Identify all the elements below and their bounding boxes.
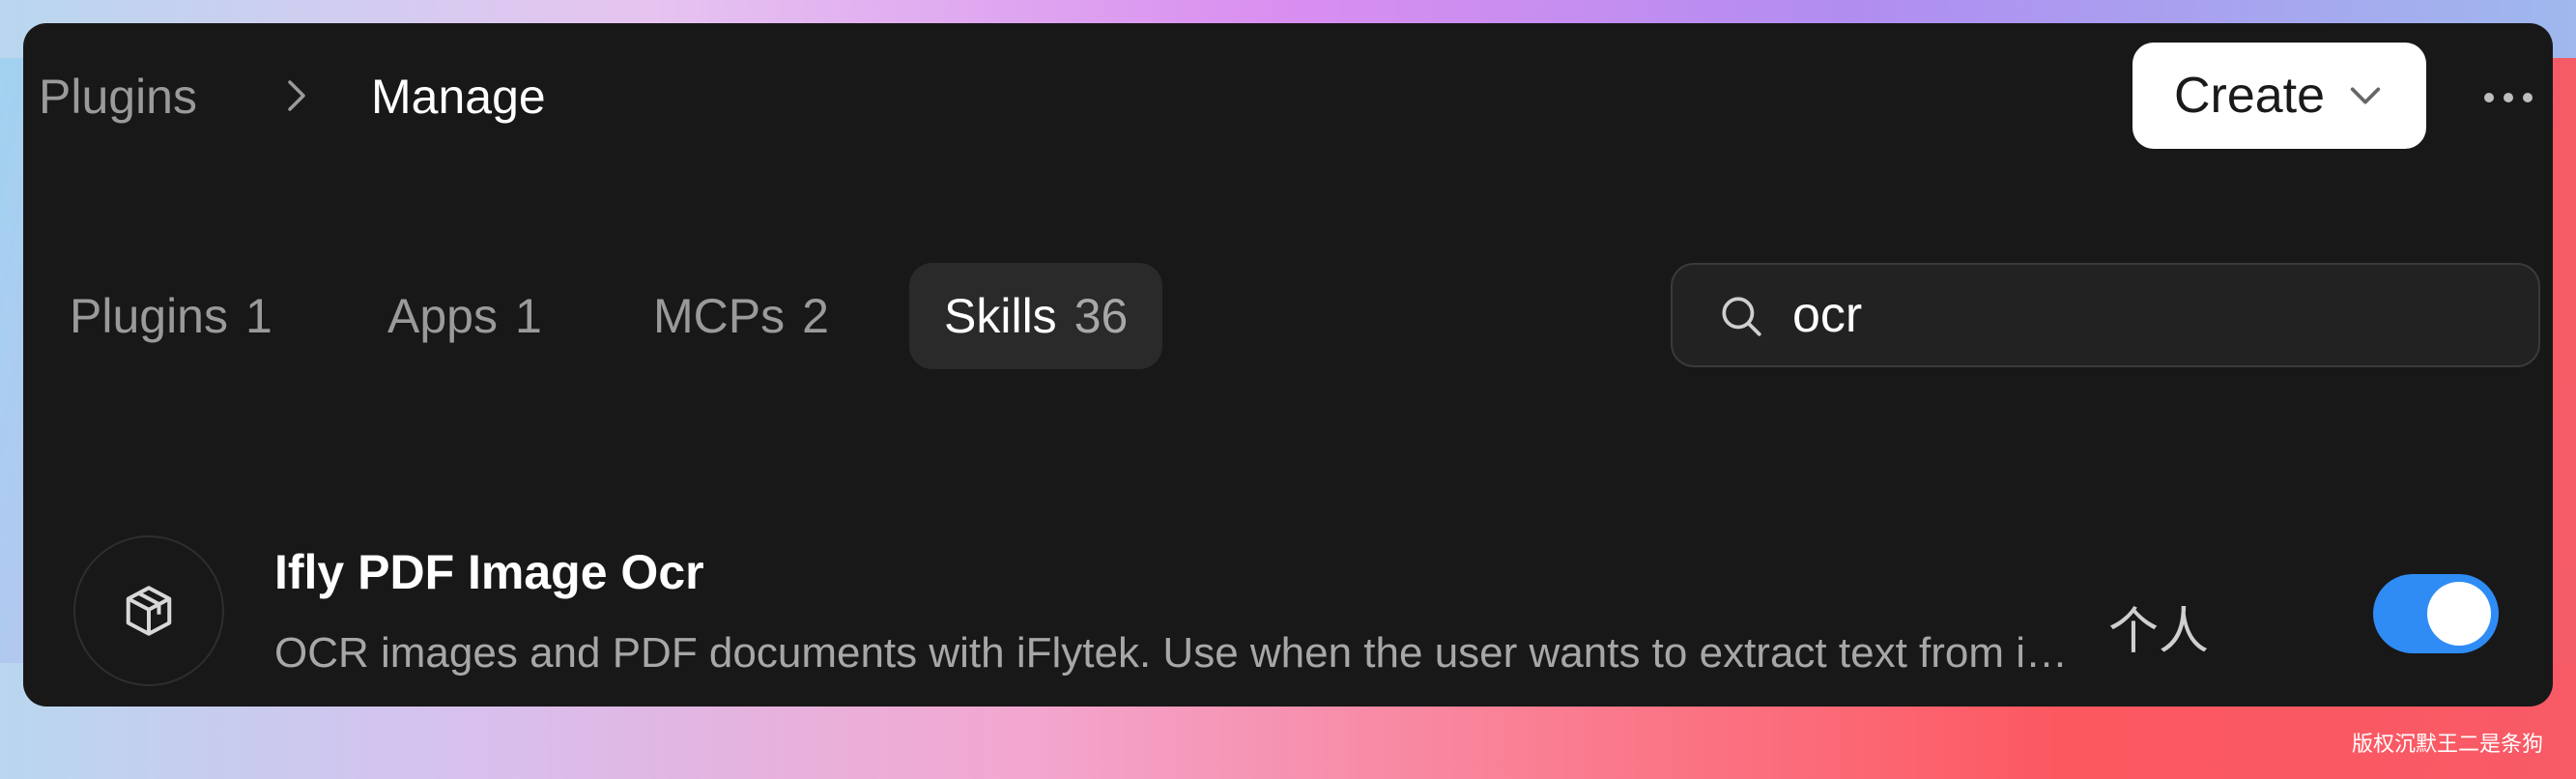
- breadcrumb-plugins-link[interactable]: Plugins: [39, 70, 197, 124]
- plugins-manage-window: Plugins Manage Create Plugins 1 Apps 1 M…: [23, 23, 2553, 707]
- skill-avatar: [73, 535, 224, 686]
- skill-title[interactable]: Ifly PDF Image Ocr: [274, 543, 704, 601]
- tab-mcps[interactable]: MCPs 2: [653, 263, 829, 369]
- search-icon: [1722, 297, 1761, 336]
- tab-label: MCPs: [653, 289, 786, 343]
- chevron-right-icon: [288, 80, 305, 111]
- search-box[interactable]: [1671, 263, 2540, 367]
- tab-count: 1: [514, 289, 542, 343]
- more-options-icon[interactable]: [2481, 83, 2535, 112]
- tab-skills[interactable]: Skills 36: [909, 263, 1163, 369]
- skill-description: OCR images and PDF documents with iFlyte…: [274, 629, 2081, 677]
- breadcrumb-current: Manage: [371, 70, 546, 124]
- tab-label: Plugins: [70, 289, 228, 343]
- tab-count: 36: [1073, 289, 1129, 343]
- watermark-text: 版权沉默王二是条狗: [2352, 733, 2544, 757]
- skill-enabled-toggle[interactable]: [2373, 574, 2499, 653]
- search-input[interactable]: [1792, 265, 2507, 365]
- skill-scope-label: 个人: [2108, 603, 2210, 661]
- tab-label: Apps: [387, 289, 498, 343]
- create-button[interactable]: Create: [2132, 43, 2426, 149]
- tab-plugins[interactable]: Plugins 1: [70, 263, 272, 369]
- cube-icon: [126, 586, 172, 636]
- toggle-knob: [2427, 582, 2491, 646]
- tab-label: Skills: [944, 289, 1057, 343]
- tab-count: 1: [245, 289, 272, 343]
- tab-count: 2: [802, 289, 829, 343]
- tab-apps[interactable]: Apps 1: [387, 263, 542, 369]
- chevron-down-icon: [2350, 87, 2381, 104]
- create-button-label: Create: [2173, 68, 2326, 124]
